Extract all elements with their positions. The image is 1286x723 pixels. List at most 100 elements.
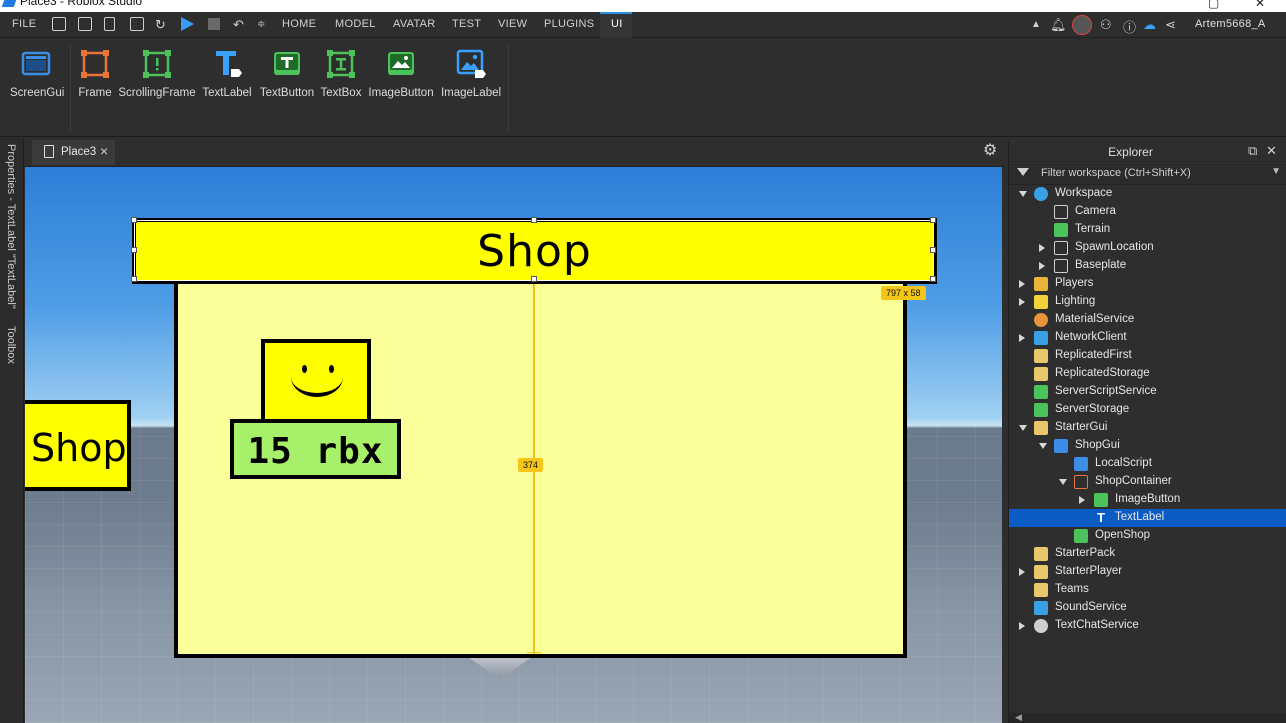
avatar[interactable] [1072,15,1092,35]
imagebutton-button[interactable]: ImageButton [366,49,436,99]
explorer-row-spawnlocation[interactable]: SpawnLocation [1009,239,1286,257]
explorer-filter[interactable]: Filter workspace (Ctrl+Shift+X) ▼ [1009,163,1286,185]
scroll-left-icon[interactable]: ◀ [1015,712,1022,723]
customize-icon[interactable]: ≑ [257,19,265,30]
resize-handle[interactable] [131,276,137,282]
frame-button[interactable]: Frame [76,49,114,99]
tab-home[interactable]: HOME [282,18,316,30]
screengui-button[interactable]: ScreenGui [10,49,64,99]
close-window-icon[interactable]: ✕ [1255,0,1265,10]
item-image-button[interactable] [261,339,371,423]
add-user-icon[interactable]: ⚇ [1100,17,1112,33]
expand-arrow-icon[interactable] [1019,280,1025,288]
explorer-row-openshop[interactable]: OpenShop [1009,527,1286,545]
explorer-row-networkclient[interactable]: NetworkClient [1009,329,1286,347]
cloud-icon[interactable]: ☁ [1143,17,1156,33]
collapse-ribbon-icon[interactable]: ▲ [1031,19,1041,30]
explorer-row-teams[interactable]: Teams [1009,581,1286,599]
toolbox-tab[interactable]: Toolbox [5,326,17,364]
collapse-arrow-icon[interactable] [1019,191,1027,197]
explorer-row-replicatedstorage[interactable]: ReplicatedStorage [1009,365,1286,383]
resize-handle[interactable] [131,217,137,223]
expand-arrow-icon[interactable] [1039,244,1045,252]
horizontal-scrollbar[interactable]: ◀ [1009,712,1286,723]
explorer-row-textchatservice[interactable]: TextChatService [1009,617,1286,635]
explorer-row-label: ReplicatedStorage [1055,367,1150,379]
explorer-row-materialservice[interactable]: MaterialService [1009,311,1286,329]
explorer-row-players[interactable]: Players [1009,275,1286,293]
expand-arrow-icon[interactable] [1079,496,1085,504]
close-panel-icon[interactable]: ✕ [1266,143,1277,159]
expand-arrow-icon[interactable] [1019,568,1025,576]
publish-icon[interactable] [130,17,144,31]
resize-handle[interactable] [930,217,936,223]
filter-icon[interactable] [1017,168,1029,176]
share-icon[interactable]: ⋖ [1165,17,1176,33]
tab-avatar[interactable]: AVATAR [393,18,436,30]
undo-icon[interactable]: ↶ [233,17,244,33]
close-tab-icon[interactable]: × [100,143,108,159]
file-menu[interactable]: FILE [12,18,36,30]
explorer-row-shopgui[interactable]: ShopGui [1009,437,1286,455]
explorer-row-baseplate[interactable]: Baseplate [1009,257,1286,275]
duplicate-icon[interactable] [78,17,92,31]
expand-arrow-icon[interactable] [1019,334,1025,342]
filter-dropdown-icon[interactable]: ▼ [1271,166,1281,177]
explorer-row-terrain[interactable]: Terrain [1009,221,1286,239]
document-tab-place3[interactable]: Place3 × [32,140,115,165]
explorer-row-imagebutton[interactable]: ImageButton [1009,491,1286,509]
gear-icon[interactable]: ⚙ [983,143,999,159]
price-button[interactable]: 15 rbx [230,419,401,479]
properties-tab[interactable]: Properties - TextLabel "TextLabel" [5,144,17,309]
shop-title-label[interactable]: Shop [132,218,937,284]
explorer-row-serverstorage[interactable]: ServerStorage [1009,401,1286,419]
explorer-row-shopcontainer[interactable]: ShopContainer [1009,473,1286,491]
new-file-icon[interactable] [104,17,115,31]
tab-plugins[interactable]: PLUGINS [544,18,594,30]
explorer-row-starterplayer[interactable]: StarterPlayer [1009,563,1286,581]
expand-arrow-icon[interactable] [1019,298,1025,306]
maximize-icon[interactable]: ▢ [1208,0,1219,10]
undock-icon[interactable]: ⧉ [1248,143,1257,159]
resize-handle[interactable] [131,247,137,253]
explorer-row-replicatedfirst[interactable]: ReplicatedFirst [1009,347,1286,365]
redo-icon[interactable]: ↻ [155,17,166,33]
explorer-row-workspace[interactable]: Workspace [1009,185,1286,203]
resize-handle[interactable] [531,217,537,223]
explorer-row-starterpack[interactable]: StarterPack [1009,545,1286,563]
resize-handle[interactable] [930,276,936,282]
collapse-arrow-icon[interactable] [1019,425,1027,431]
collapse-arrow-icon[interactable] [1059,479,1067,485]
explorer-row-localscript[interactable]: LocalScript [1009,455,1286,473]
textlabel-button[interactable]: TextLabel [202,49,252,99]
textbox-button[interactable]: TextBox [320,49,362,99]
tab-test[interactable]: TEST [452,18,481,30]
explorer-row-camera[interactable]: Camera [1009,203,1286,221]
imagelabel-button[interactable]: ImageLabel [440,49,502,99]
explorer-row-soundservice[interactable]: SoundService [1009,599,1286,617]
play-icon[interactable] [181,17,194,31]
stop-icon[interactable] [208,18,220,30]
explorer-row-serverscriptservice[interactable]: ServerScriptService [1009,383,1286,401]
textbutton-button[interactable]: TextButton [258,49,316,99]
filter-input[interactable]: Filter workspace (Ctrl+Shift+X) [1041,167,1191,179]
new-window-icon[interactable] [52,17,66,31]
help-icon[interactable]: ⓘ [1123,17,1136,36]
expand-arrow-icon[interactable] [1019,622,1025,630]
open-shop-button[interactable]: Shop [25,400,131,491]
tab-model[interactable]: MODEL [335,18,376,30]
tab-ui[interactable]: UI [611,18,623,30]
resize-handle[interactable] [531,276,537,282]
explorer-row-lighting[interactable]: Lighting [1009,293,1286,311]
scrollingframe-button[interactable]: ScrollingFrame [118,49,196,99]
resize-handle[interactable] [930,247,936,253]
screengui-icon [1054,439,1068,453]
explorer-row-textlabel[interactable]: T TextLabel [1009,509,1286,527]
viewport[interactable]: 15 rbx 374 Shop 797 x 58 Shop [25,167,1002,723]
collapse-arrow-icon[interactable] [1039,443,1047,449]
tab-view[interactable]: VIEW [498,18,527,30]
username[interactable]: Artem5668_A [1195,18,1266,30]
notifications-icon[interactable]: 🔔︎ [1050,17,1067,33]
explorer-row-startergui[interactable]: StarterGui [1009,419,1286,437]
expand-arrow-icon[interactable] [1039,262,1045,270]
